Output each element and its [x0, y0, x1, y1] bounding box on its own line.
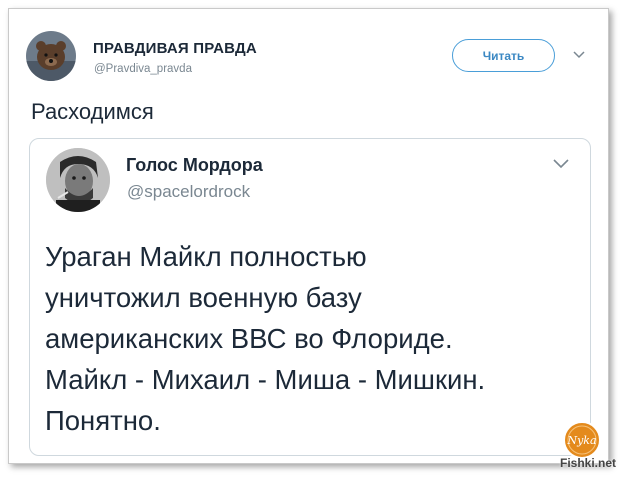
- author-handle[interactable]: @Pravdiva_pravda: [94, 63, 192, 75]
- quoted-tweet-text: Ураган Майкл полностью уничтожил военную…: [45, 236, 585, 441]
- watermark-text: Fishki.net: [560, 456, 617, 470]
- quoted-author-avatar[interactable]: [46, 148, 110, 212]
- quoted-text-line: уничтожил военную базу: [45, 282, 362, 313]
- quoted-author-name[interactable]: Голос Мордора: [126, 155, 263, 176]
- badge-text: Nyka: [566, 434, 596, 447]
- follow-button[interactable]: Читать: [452, 39, 555, 72]
- author-avatar[interactable]: [26, 31, 76, 81]
- quoted-text-line: Майкл - Михаил - Миша - Мишкин.: [45, 364, 486, 395]
- quoted-author-handle[interactable]: @spacelordrock: [127, 182, 250, 202]
- tweet-text: Расходимся: [31, 99, 154, 124]
- quoted-text-line: Понятно.: [45, 405, 161, 436]
- chevron-down-icon[interactable]: [552, 158, 570, 170]
- author-name[interactable]: ПРАВДИВАЯ ПРАВДА: [93, 40, 257, 57]
- quoted-text-line: американских ВВС во Флориде.: [45, 323, 453, 354]
- nyka-badge-icon: Nyka: [563, 421, 601, 459]
- quoted-text-line: Ураган Майкл полностью: [45, 241, 367, 272]
- chevron-down-icon[interactable]: [572, 50, 586, 60]
